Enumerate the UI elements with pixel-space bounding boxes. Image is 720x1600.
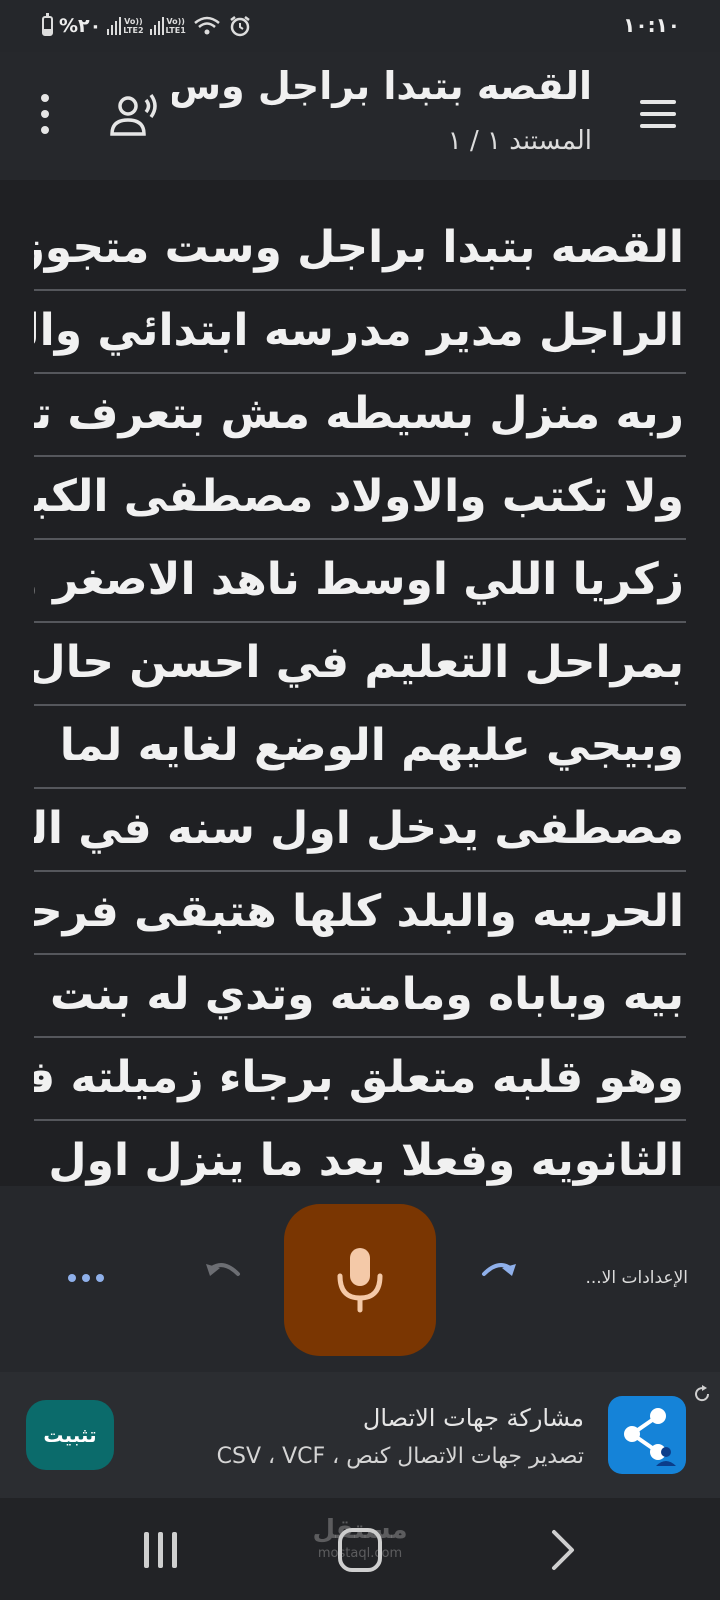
watermark-subtext: mostaql.com (317, 1546, 403, 1561)
more-options-icon[interactable] (36, 92, 54, 136)
text-line: الحربيه والبلد كلها هتبقى فرحانه (34, 872, 686, 955)
text-line: بيه وباباه ومامته وتدي له بنت بناتها (34, 955, 686, 1038)
text-line: زكريا اللي اوسط ناهد الاصغر وبيمر (34, 540, 686, 623)
sim2-label: LTE2 (123, 26, 144, 35)
recent-apps-icon[interactable] (144, 1532, 178, 1568)
sim1-label: LTE1 (165, 26, 186, 35)
document-page-indicator: المستند ١ / ١ (447, 126, 592, 156)
text-line: مصطفى يدخل اول سنه في الكليه (34, 789, 686, 872)
status-time: ١٠:١٠ (623, 13, 680, 37)
text-line: ولا تكتب والاولاد مصطفى الكبير (34, 457, 686, 540)
back-icon[interactable] (548, 1528, 578, 1572)
status-bar: %٢٠ Vo)) LTE2 Vo)) LTE1 ١٠:١٠ (0, 0, 720, 52)
wifi-icon (193, 16, 220, 35)
refresh-icon[interactable] (692, 1384, 712, 1404)
hamburger-menu-icon[interactable] (638, 94, 678, 134)
battery-percent: %٢٠ (59, 15, 102, 37)
document-body[interactable]: القصه بتبدا براجل وست متجوزين الراجل مدي… (34, 208, 686, 1186)
text-line: وبيجي عليهم الوضع لغايه لما (34, 706, 686, 789)
text-line: ربه منزل بسيطه مش بتعرف تقرا (34, 374, 686, 457)
document-title: القصه بتبدا براجل وس.. (172, 64, 592, 108)
ad-title: مشاركة جهات الاتصال (362, 1404, 584, 1432)
watermark-logo: مستقل mostaql.com (300, 1515, 420, 1566)
sim1-signal-icon: Vo)) LTE1 (149, 17, 186, 35)
volte-label: Vo)) (124, 17, 143, 26)
more-controls-icon[interactable] (68, 1274, 104, 1284)
volte-label: Vo)) (166, 17, 185, 26)
undo-icon[interactable] (200, 1254, 248, 1294)
text-line: القصه بتبدا براجل وست متجوزين (34, 208, 686, 291)
ad-subtitle: تصدير جهات الاتصال كنص ، CSV ، VCF (216, 1444, 584, 1469)
dictation-controls: الإعدادات الا... (0, 1186, 720, 1372)
install-button[interactable]: تثبيت (26, 1400, 114, 1470)
watermark-text: مستقل (312, 1515, 408, 1545)
alarm-icon (230, 16, 250, 37)
share-contacts-app-icon[interactable] (608, 1396, 686, 1474)
microphone-button[interactable] (284, 1204, 436, 1356)
sim2-signal-icon: Vo)) LTE2 (107, 17, 144, 35)
system-nav-bar: مستقل mostaql.com (0, 1498, 720, 1600)
text-line: الثانويه وفعلا بعد ما ينزل اول (34, 1121, 686, 1186)
battery-icon (42, 13, 53, 36)
app-header: القصه بتبدا براجل وس.. المستند ١ / ١ (0, 52, 720, 180)
redo-icon[interactable] (474, 1254, 522, 1294)
text-line: وهو قلبه متعلق برجاء زميلته في (34, 1038, 686, 1121)
settings-button[interactable]: الإعدادات الا... (568, 1268, 688, 1288)
status-left: %٢٠ Vo)) LTE2 Vo)) LTE1 (42, 12, 252, 40)
ad-banner[interactable]: تثبيت مشاركة جهات الاتصال تصدير جهات الا… (0, 1372, 720, 1498)
text-line: الراجل مدير مدرسه ابتدائي والست (34, 291, 686, 374)
read-aloud-icon[interactable] (106, 90, 162, 142)
text-line: بمراحل التعليم في احسن حال (34, 623, 686, 706)
mic-icon (337, 1248, 383, 1313)
